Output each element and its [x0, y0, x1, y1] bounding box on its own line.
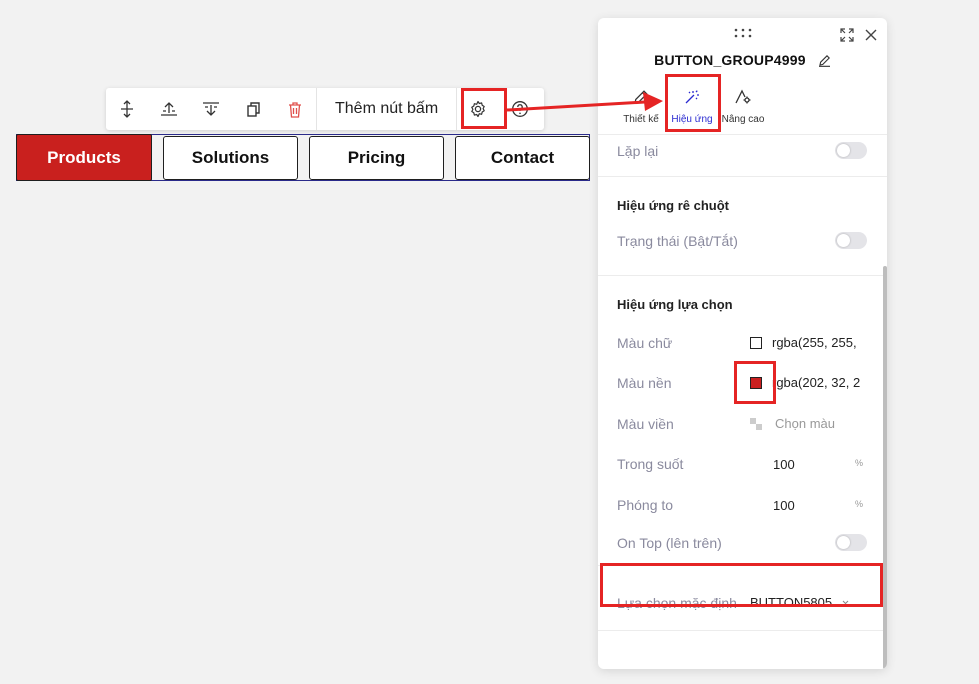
on-top-toggle[interactable] [835, 534, 867, 551]
text-color-value[interactable]: rgba(255, 255, [772, 335, 867, 350]
advanced-settings-icon [735, 89, 751, 104]
chevron-down-icon[interactable] [842, 600, 849, 605]
duplicate-icon[interactable] [232, 88, 274, 130]
hover-state-toggle[interactable] [835, 232, 867, 249]
repeat-label: Lặp lại [617, 143, 659, 159]
bg-color-label: Màu nền [617, 375, 672, 391]
help-icon[interactable] [499, 88, 541, 130]
panel-content[interactable]: Lặp lại Hiệu ứng rê chuột Trạng thái (Bậ… [598, 134, 887, 669]
bg-color-swatch[interactable] [750, 377, 762, 389]
transparent-swatch-icon[interactable] [750, 418, 762, 430]
settings-panel: BUTTON_GROUP4999 Thiết kế Hiệu ứng Nâng … [598, 18, 887, 669]
repeat-row: Lặp lại [617, 140, 867, 162]
close-icon[interactable] [864, 28, 878, 42]
hover-state-label: Trạng thái (Bật/Tắt) [617, 233, 738, 249]
text-color-label: Màu chữ [617, 335, 673, 351]
element-toolbar: Thêm nút bấm [106, 88, 544, 130]
group-gap [297, 134, 309, 181]
hover-section-title: Hiệu ứng rê chuột [617, 198, 729, 213]
add-button-button[interactable]: Thêm nút bấm [317, 100, 456, 118]
tab-design[interactable]: Thiết kế [613, 86, 669, 134]
repeat-toggle[interactable] [835, 142, 867, 159]
contact-button[interactable]: Contact [455, 136, 590, 180]
divider [598, 275, 887, 276]
border-color-value[interactable]: Chọn màu [775, 416, 835, 431]
divider [598, 176, 887, 177]
drag-handle-icon[interactable] [733, 28, 753, 38]
border-color-label: Màu viền [617, 416, 674, 432]
panel-tabs: Thiết kế Hiệu ứng Nâng cao [598, 86, 887, 134]
opacity-row: Trong suốt 100 % [617, 453, 867, 475]
zoom-row: Phóng to 100 % [617, 494, 867, 516]
default-selection-select[interactable]: BUTTON5805 [750, 595, 832, 610]
expand-icon[interactable] [840, 28, 854, 42]
pencil-icon [634, 90, 648, 104]
tab-advanced[interactable]: Nâng cao [715, 86, 771, 134]
gear-icon[interactable] [457, 88, 499, 130]
text-color-row: Màu chữ rgba(255, 255, [617, 332, 867, 354]
tab-label: Nâng cao [721, 114, 765, 125]
border-color-row: Màu viền Chọn màu [617, 413, 867, 435]
group-gap [151, 134, 163, 181]
text-color-swatch[interactable] [750, 337, 762, 349]
default-selection-row: Lựa chọn mặc định BUTTON5805 [617, 592, 867, 614]
opacity-unit: % [854, 458, 863, 468]
edit-name-icon[interactable] [818, 54, 831, 67]
zoom-unit: % [854, 499, 863, 509]
products-button[interactable]: Products [16, 134, 152, 181]
select-section-title: Hiệu ứng lựa chọn [617, 297, 733, 312]
divider [598, 565, 887, 566]
hover-state-row: Trạng thái (Bật/Tắt) [617, 230, 867, 252]
on-top-row: On Top (lên trên) [617, 532, 867, 554]
divider [598, 630, 887, 631]
panel-scrollbar[interactable] [883, 266, 887, 669]
default-selection-label: Lựa chọn mặc định [617, 595, 737, 611]
delete-icon[interactable] [274, 88, 316, 130]
element-name: BUTTON_GROUP4999 [654, 52, 806, 68]
on-top-label: On Top (lên trên) [617, 535, 722, 551]
button-group[interactable]: Products Solutions Pricing Contact [16, 134, 590, 181]
align-bottom-icon[interactable] [190, 88, 232, 130]
tab-label: Thiết kế [623, 114, 659, 125]
tab-label: Hiệu ứng [671, 114, 713, 125]
group-gap [443, 134, 455, 181]
divider [598, 134, 887, 135]
zoom-label: Phóng to [617, 497, 674, 513]
bg-color-row: Màu nền rgba(202, 32, 2 [617, 372, 867, 394]
pricing-button[interactable]: Pricing [309, 136, 444, 180]
move-vertical-icon[interactable] [106, 88, 148, 130]
zoom-input[interactable]: 100 [773, 498, 795, 513]
magic-wand-icon [685, 90, 699, 104]
bg-color-value[interactable]: rgba(202, 32, 2 [772, 375, 867, 390]
opacity-label: Trong suốt [617, 456, 684, 472]
align-top-icon[interactable] [148, 88, 190, 130]
panel-title: BUTTON_GROUP4999 [598, 52, 887, 68]
tab-effects[interactable]: Hiệu ứng [664, 86, 720, 134]
opacity-input[interactable]: 100 [773, 457, 795, 472]
solutions-button[interactable]: Solutions [163, 136, 298, 180]
